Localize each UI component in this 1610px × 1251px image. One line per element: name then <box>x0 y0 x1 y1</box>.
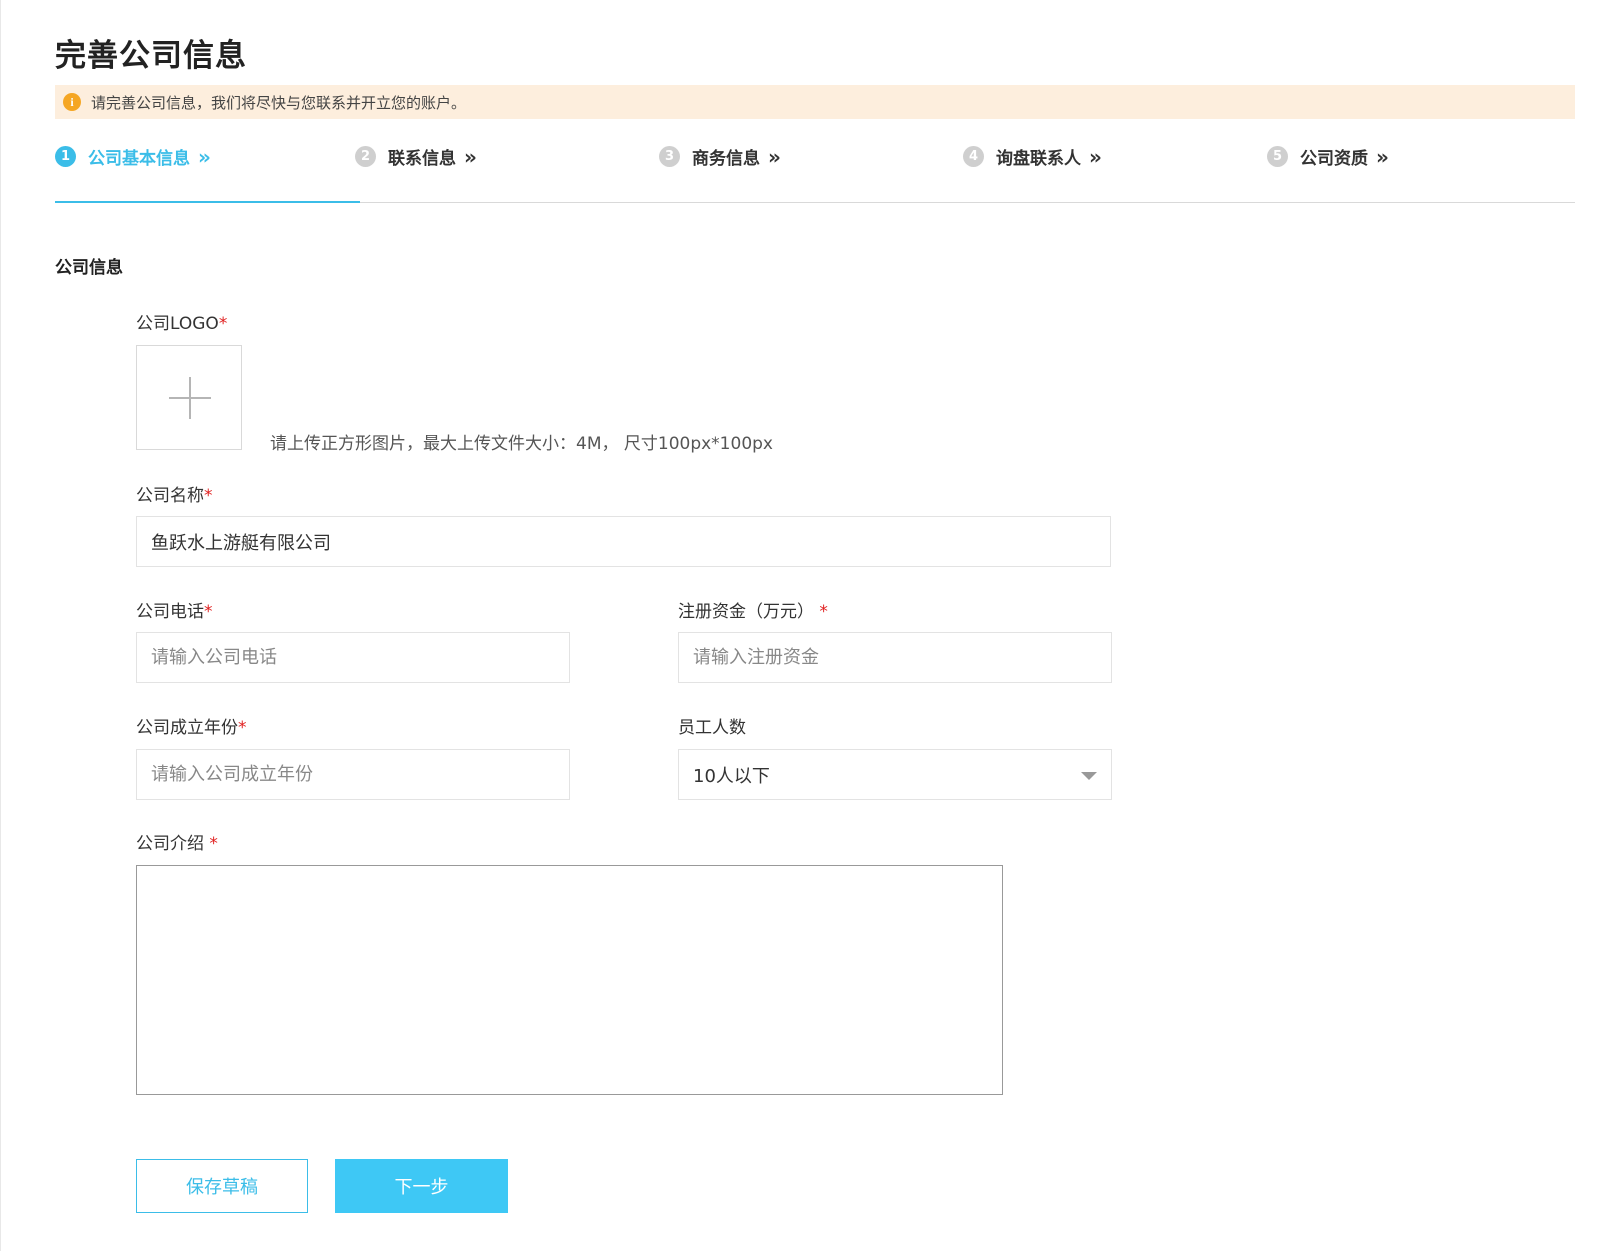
intro-label: 公司介绍 * <box>136 829 218 854</box>
registered-capital-label-text: 注册资金（万元） <box>678 602 814 622</box>
employees-select[interactable]: 10人以下 <box>678 749 1112 800</box>
employees-label: 员工人数 <box>678 718 746 738</box>
save-draft-button[interactable]: 保存草稿 <box>136 1159 308 1213</box>
company-name-input[interactable]: 鱼跃水上游艇有限公司 <box>136 516 1111 567</box>
logo-upload-hint: 请上传正方形图片，最大上传文件大小：4M， 尺寸100px*100px <box>270 434 773 454</box>
double-chevron-icon: » <box>198 144 211 169</box>
intro-textarea[interactable] <box>136 865 1003 1095</box>
step-number-icon: 5 <box>1267 146 1288 167</box>
required-mark: * <box>218 314 228 334</box>
registered-capital-label: 注册资金（万元） * <box>678 597 828 622</box>
dropdown-arrow-icon <box>1081 772 1097 780</box>
section-title: 公司信息 <box>55 258 123 278</box>
required-mark: * <box>204 486 213 506</box>
company-phone-label-text: 公司电话 <box>136 602 204 622</box>
page-title: 完善公司信息 <box>55 38 247 74</box>
notice-text: 请完善公司信息，我们将尽快与您联系并开立您的账户。 <box>91 93 467 112</box>
step-company-basic[interactable]: 1 公司基本信息 » <box>55 144 211 169</box>
step-number-icon: 3 <box>659 146 680 167</box>
required-mark: * <box>238 718 247 738</box>
step-business[interactable]: 3 商务信息 » <box>659 144 781 169</box>
notice-banner: i 请完善公司信息，我们将尽快与您联系并开立您的账户。 <box>55 85 1575 119</box>
double-chevron-icon: » <box>1376 144 1389 169</box>
plus-icon-vertical <box>189 377 191 419</box>
step-number-icon: 4 <box>963 146 984 167</box>
founded-year-label-text: 公司成立年份 <box>136 718 238 738</box>
step-qualification[interactable]: 5 公司资质 » <box>1267 144 1389 169</box>
required-mark: * <box>209 834 218 854</box>
step-tabs: 1 公司基本信息 » 2 联系信息 » 3 商务信息 » 4 询盘联系人 » 5… <box>55 140 1575 203</box>
required-mark: * <box>204 602 213 622</box>
step-inquiry-contact[interactable]: 4 询盘联系人 » <box>963 144 1102 169</box>
double-chevron-icon: » <box>1089 144 1102 169</box>
employees-select-value: 10人以下 <box>693 765 770 787</box>
registered-capital-input[interactable] <box>678 632 1112 683</box>
step-number-icon: 2 <box>355 146 376 167</box>
info-icon: i <box>63 93 81 111</box>
step-contact[interactable]: 2 联系信息 » <box>355 144 477 169</box>
company-name-label-text: 公司名称 <box>136 486 204 506</box>
founded-year-input[interactable] <box>136 749 570 800</box>
founded-year-label: 公司成立年份* <box>136 713 247 738</box>
active-step-underline <box>55 201 360 203</box>
next-step-button[interactable]: 下一步 <box>335 1159 508 1213</box>
required-mark: * <box>819 602 828 622</box>
step-label: 询盘联系人 <box>996 149 1081 169</box>
intro-label-text: 公司介绍 <box>136 834 204 854</box>
logo-label: 公司LOGO* <box>136 309 227 334</box>
step-label: 公司资质 <box>1300 149 1368 169</box>
company-phone-input[interactable] <box>136 632 570 683</box>
step-label: 公司基本信息 <box>88 149 190 169</box>
company-phone-label: 公司电话* <box>136 597 213 622</box>
logo-upload-button[interactable] <box>136 345 242 450</box>
step-number-icon: 1 <box>55 146 76 167</box>
logo-label-text: 公司LOGO <box>136 314 219 334</box>
step-label: 联系信息 <box>388 149 456 169</box>
step-label: 商务信息 <box>692 149 760 169</box>
double-chevron-icon: » <box>768 144 781 169</box>
company-name-label: 公司名称* <box>136 481 213 506</box>
double-chevron-icon: » <box>464 144 477 169</box>
